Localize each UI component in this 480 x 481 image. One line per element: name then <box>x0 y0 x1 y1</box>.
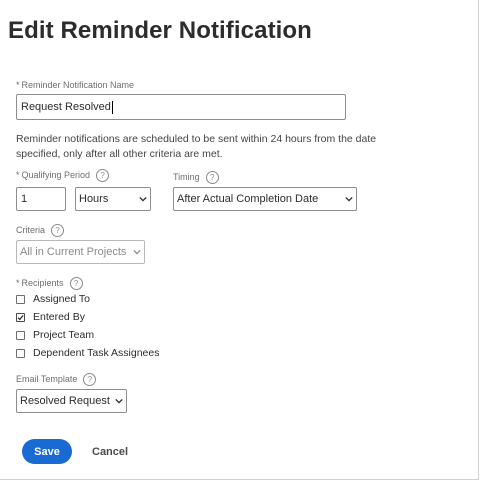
chevron-down-icon <box>133 249 141 255</box>
checkbox-label: Project Team <box>33 329 95 341</box>
checkbox-label: Assigned To <box>33 293 91 305</box>
help-icon[interactable]: ? <box>205 171 219 184</box>
recipients-label: * Recipients? <box>16 277 83 290</box>
required-marker: * <box>16 277 20 288</box>
timing-label-text: Timing <box>173 171 200 182</box>
name-input[interactable]: Request Resolved <box>16 94 346 120</box>
email-template-label-text: Email Template <box>16 373 78 384</box>
name-field-label: * Reminder Notification Name <box>16 80 134 90</box>
chevron-down-icon <box>345 196 353 202</box>
checkmark-icon <box>17 314 24 320</box>
help-icon[interactable]: ? <box>51 224 65 237</box>
criteria-label-text: Criteria <box>16 224 46 235</box>
criteria-label: Criteria? <box>16 224 65 237</box>
recipient-dependent-task-assignees[interactable]: Dependent Task Assignees <box>16 347 159 359</box>
text-caret <box>111 100 113 114</box>
checkbox-label: Entered By <box>33 311 85 323</box>
timing-value: After Actual Completion Date <box>177 193 319 205</box>
dialog-title: Edit Reminder Notification <box>8 17 312 44</box>
help-icon[interactable]: ? <box>69 277 83 290</box>
timing-select[interactable]: After Actual Completion Date <box>173 187 357 211</box>
checkbox[interactable] <box>16 348 25 358</box>
timing-label: Timing? <box>173 171 219 184</box>
checkbox-checked[interactable] <box>16 312 25 322</box>
checkbox[interactable] <box>16 294 25 304</box>
qualifying-period-label-text: Qualifying Period <box>21 169 91 180</box>
email-template-label: Email Template? <box>16 373 97 386</box>
chevron-down-icon <box>139 196 147 202</box>
period-unit-select[interactable]: Hours <box>75 187 151 211</box>
criteria-select[interactable]: All in Current Projects <box>16 240 145 264</box>
recipient-entered-by[interactable]: Entered By <box>16 311 85 323</box>
qualifying-period-input[interactable]: 1 <box>16 187 66 211</box>
recipients-label-text: Recipients <box>21 277 64 288</box>
name-input-value: Request Resolved <box>21 101 111 113</box>
required-marker: * <box>16 80 20 90</box>
qualifying-period-label: * Qualifying Period? <box>16 169 110 182</box>
checkbox[interactable] <box>16 330 25 340</box>
scheduling-note: Reminder notifications are scheduled to … <box>16 133 377 160</box>
period-unit-value: Hours <box>79 193 109 205</box>
help-icon[interactable]: ? <box>83 373 97 386</box>
required-marker: * <box>16 169 20 180</box>
name-field-label-text: Reminder Notification Name <box>21 80 135 90</box>
recipient-assigned-to[interactable]: Assigned To <box>16 293 90 305</box>
qualifying-period-value: 1 <box>21 193 28 205</box>
criteria-value: All in Current Projects <box>20 246 127 258</box>
chevron-down-icon <box>115 398 123 404</box>
save-button[interactable]: Save <box>22 439 72 464</box>
cancel-button[interactable]: Cancel <box>92 439 128 464</box>
checkbox-label: Dependent Task Assignees <box>33 347 160 359</box>
email-template-value: Resolved Request <box>20 395 110 407</box>
recipient-project-team[interactable]: Project Team <box>16 329 94 341</box>
email-template-select[interactable]: Resolved Request <box>16 389 127 413</box>
help-icon[interactable]: ? <box>96 169 110 182</box>
edit-reminder-dialog: Edit Reminder Notification * Reminder Not… <box>0 0 479 480</box>
